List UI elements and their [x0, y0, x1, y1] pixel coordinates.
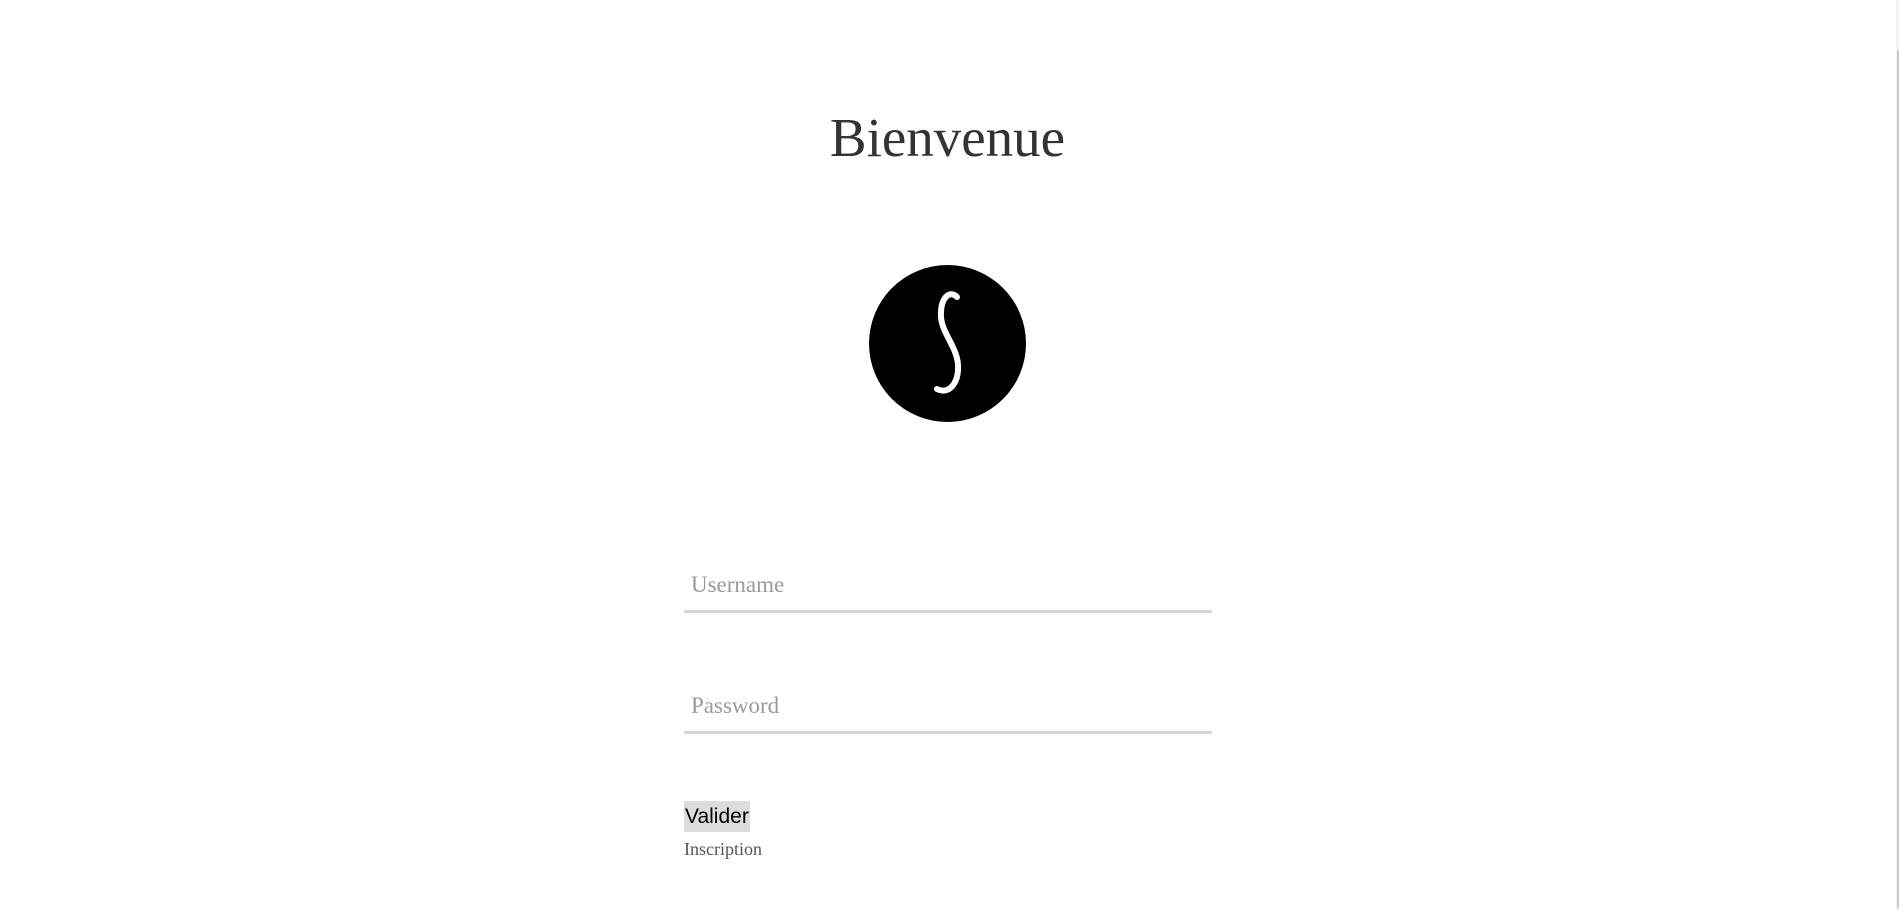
username-input[interactable] — [684, 560, 1212, 610]
password-field — [684, 681, 1212, 734]
page-title: Bienvenue — [829, 107, 1066, 168]
login-page: Bienvenue Valider Inscription — [0, 0, 1899, 910]
signup-link[interactable]: Inscription — [684, 838, 762, 860]
password-input[interactable] — [684, 681, 1212, 731]
submit-button[interactable]: Valider — [684, 801, 750, 832]
logo-icon — [869, 265, 1026, 422]
username-field — [684, 560, 1212, 613]
logo-circle — [869, 265, 1026, 422]
